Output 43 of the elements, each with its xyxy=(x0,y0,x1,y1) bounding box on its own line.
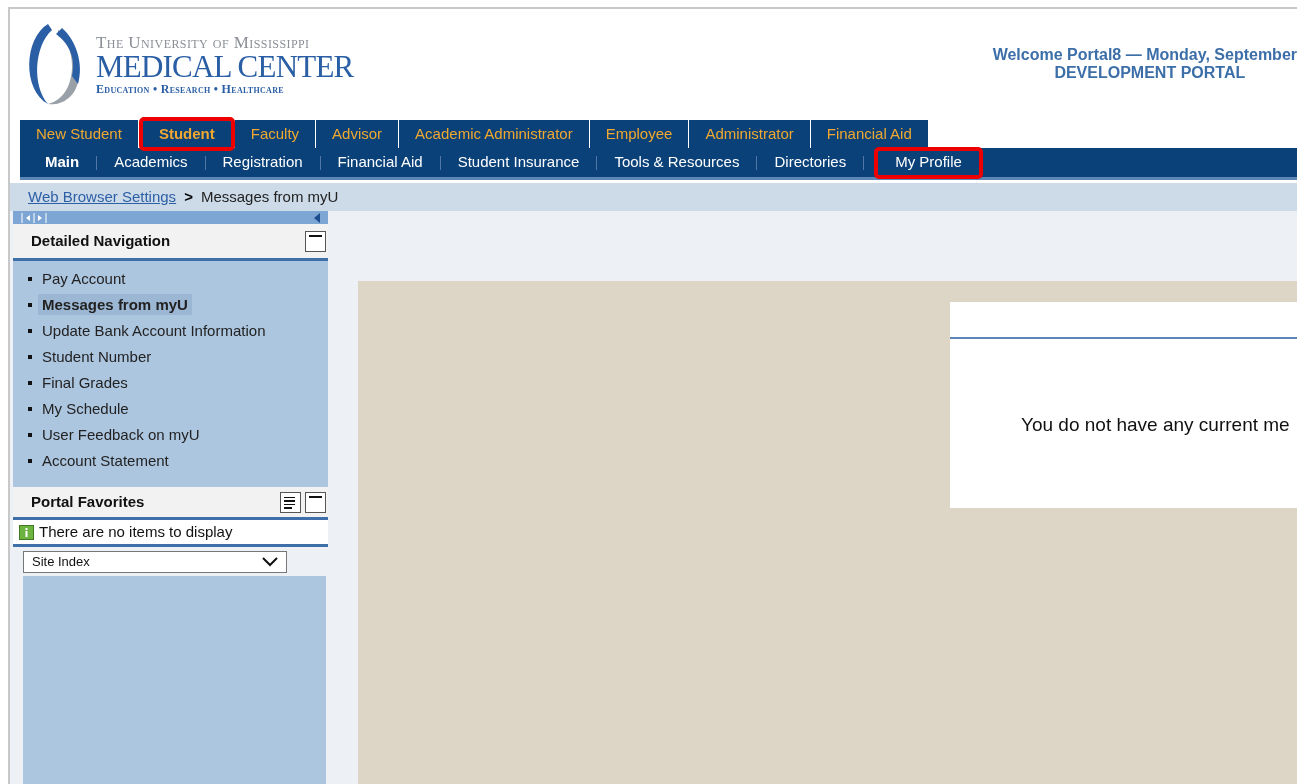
nav-tab[interactable]: Academics xyxy=(97,149,205,176)
role-tab[interactable]: New Student xyxy=(20,120,139,148)
minimize-button[interactable] xyxy=(305,491,326,513)
role-tab[interactable]: Administrator xyxy=(689,120,811,148)
nav-tab[interactable]: Registration xyxy=(205,149,320,176)
logo-subtitle: The University of Mississippi xyxy=(96,33,311,51)
role-tab[interactable]: Faculty xyxy=(234,120,317,148)
panel-title: Detailed Navigation xyxy=(31,230,171,251)
role-tab[interactable]: Advisor xyxy=(316,120,400,148)
nav-link[interactable]: Update Bank Account Information xyxy=(38,320,270,341)
info-icon xyxy=(19,524,34,540)
nav-link[interactable]: Pay Account xyxy=(38,268,130,289)
nav-tab[interactable]: Tools & Resources xyxy=(597,149,757,176)
role-tab[interactable]: Employee xyxy=(589,120,690,148)
nav-link[interactable]: User Feedback on myU xyxy=(38,424,204,445)
breadcrumb-current: Messages from myU xyxy=(200,186,339,207)
empty-message: There are no items to display xyxy=(39,521,233,542)
breadcrumb-link[interactable]: Web Browser Settings xyxy=(28,185,177,209)
nav-tab[interactable]: Student Insurance xyxy=(440,149,597,176)
role-tab[interactable]: Financial Aid xyxy=(810,120,929,148)
nav-tab[interactable]: Main xyxy=(28,149,97,176)
collapse-arrow-icon[interactable] xyxy=(314,212,320,223)
portal-name: DEVELOPMENT PORTAL xyxy=(1053,64,1246,82)
site-index-dropdown[interactable]: Site Index xyxy=(23,551,287,573)
logo-title: MEDICAL CENTER xyxy=(96,50,354,82)
logo-tagline: Education • Research • Healthcare xyxy=(96,82,285,95)
nav-link[interactable]: My Schedule xyxy=(38,398,133,419)
message-text: You do not have any current me xyxy=(1020,413,1291,437)
role-tab[interactable]: Student xyxy=(138,117,235,151)
nav-link[interactable]: Final Grades xyxy=(38,372,132,393)
nav-tab[interactable]: Directories xyxy=(757,149,864,176)
list-options-button[interactable] xyxy=(280,491,301,513)
chevron-down-icon xyxy=(262,557,278,567)
nav-link[interactable]: Messages from myU xyxy=(38,294,192,315)
welcome-text: Welcome Portal8 — Monday, September xyxy=(992,46,1297,64)
nav-link[interactable]: Student Number xyxy=(38,346,156,367)
panel-title: Portal Favorites xyxy=(31,491,145,512)
breadcrumb-separator: > xyxy=(184,186,193,207)
minimize-button[interactable] xyxy=(305,230,326,252)
nav-tab[interactable]: Financial Aid xyxy=(320,149,440,176)
nav-link[interactable]: Account Statement xyxy=(38,450,173,471)
role-tab[interactable]: Academic Administrator xyxy=(399,120,590,148)
nav-tab[interactable]: My Profile xyxy=(874,146,983,179)
